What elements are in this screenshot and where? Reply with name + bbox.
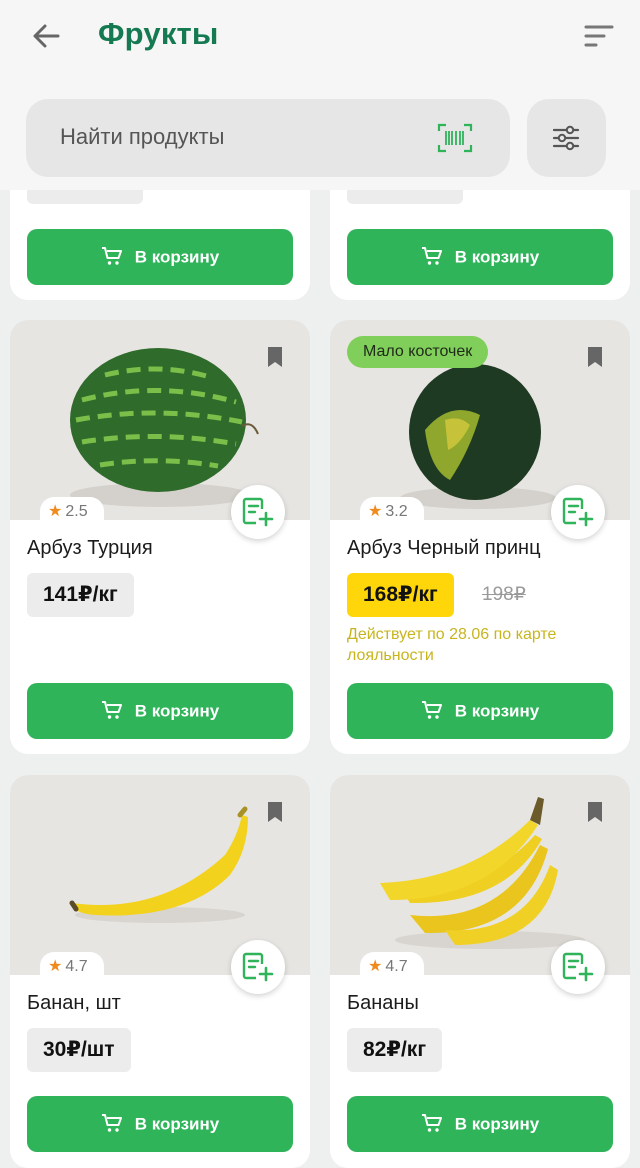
add-to-cart-button[interactable]: В корзину (347, 229, 613, 285)
rating-badge: ★ 2.5 (40, 497, 104, 525)
product-price: 30₽/шт (27, 1028, 131, 1072)
product-card[interactable]: ★ 4.7 Бананы 82₽/кг В корзину (330, 775, 630, 1168)
add-to-cart-button[interactable]: В корзину (27, 683, 293, 739)
product-name: Бананы (347, 992, 419, 1014)
product-name: Арбуз Турция (27, 537, 153, 559)
rating-badge: ★ 3.2 (360, 497, 424, 525)
bookmark-icon[interactable] (265, 346, 285, 368)
product-tag: Мало косточек (347, 336, 489, 368)
cart-icon (101, 700, 122, 719)
rating-badge: ★ 4.7 (40, 952, 104, 980)
product-card[interactable]: ★ 2.5 Арбуз Турция 141₽/кг В корзину (10, 320, 310, 754)
add-to-list-icon (242, 497, 274, 527)
barcode-icon[interactable] (437, 122, 473, 154)
filter-icon (552, 125, 580, 151)
promo-note: Действует по 28.06 по карте лояльности (347, 626, 557, 664)
bookmark-icon[interactable] (585, 346, 605, 368)
page-title: Фрукты (98, 16, 219, 51)
old-price: 198₽ (482, 584, 526, 605)
product-name: Арбуз Черный принц (347, 537, 541, 559)
add-to-list-icon (562, 497, 594, 527)
add-to-list-button[interactable] (231, 940, 285, 994)
star-icon: ★ (368, 503, 383, 520)
star-icon: ★ (48, 958, 63, 975)
add-to-list-button[interactable] (551, 485, 605, 539)
cart-icon (101, 246, 122, 265)
top-bar: Фрукты Найти продукты (0, 0, 640, 190)
rating-badge: ★ 4.7 (360, 952, 424, 980)
add-to-list-button[interactable] (231, 485, 285, 539)
add-to-list-icon (242, 952, 274, 982)
product-price: 141₽/кг (27, 573, 134, 617)
product-price: 82₽/кг (347, 1028, 443, 1072)
sort-icon[interactable] (580, 20, 616, 52)
star-icon: ★ (48, 503, 63, 520)
add-to-list-button[interactable] (551, 940, 605, 994)
product-card[interactable]: Мало косточек ★ 3.2 Арбуз Черный принц 16… (330, 320, 630, 754)
cart-icon (421, 246, 442, 265)
bookmark-icon[interactable] (585, 801, 605, 823)
bookmark-icon[interactable] (265, 801, 285, 823)
add-to-cart-button[interactable]: В корзину (27, 1096, 293, 1152)
product-name: Банан, шт (27, 992, 121, 1014)
cart-icon (101, 1113, 122, 1132)
search-placeholder: Найти продукты (60, 124, 225, 149)
product-card[interactable]: ★ 4.7 Банан, шт 30₽/шт В корзину (10, 775, 310, 1168)
filter-button[interactable] (527, 99, 606, 177)
add-to-cart-button[interactable]: В корзину (347, 1096, 613, 1152)
add-to-cart-button[interactable]: В корзину (27, 229, 293, 285)
back-arrow-icon[interactable] (28, 18, 64, 54)
star-icon: ★ (368, 958, 383, 975)
add-to-list-icon (562, 952, 594, 982)
cart-icon (421, 700, 442, 719)
product-price: 168₽/кг (347, 573, 454, 617)
add-to-cart-button[interactable]: В корзину (347, 683, 613, 739)
cart-icon (421, 1113, 442, 1132)
